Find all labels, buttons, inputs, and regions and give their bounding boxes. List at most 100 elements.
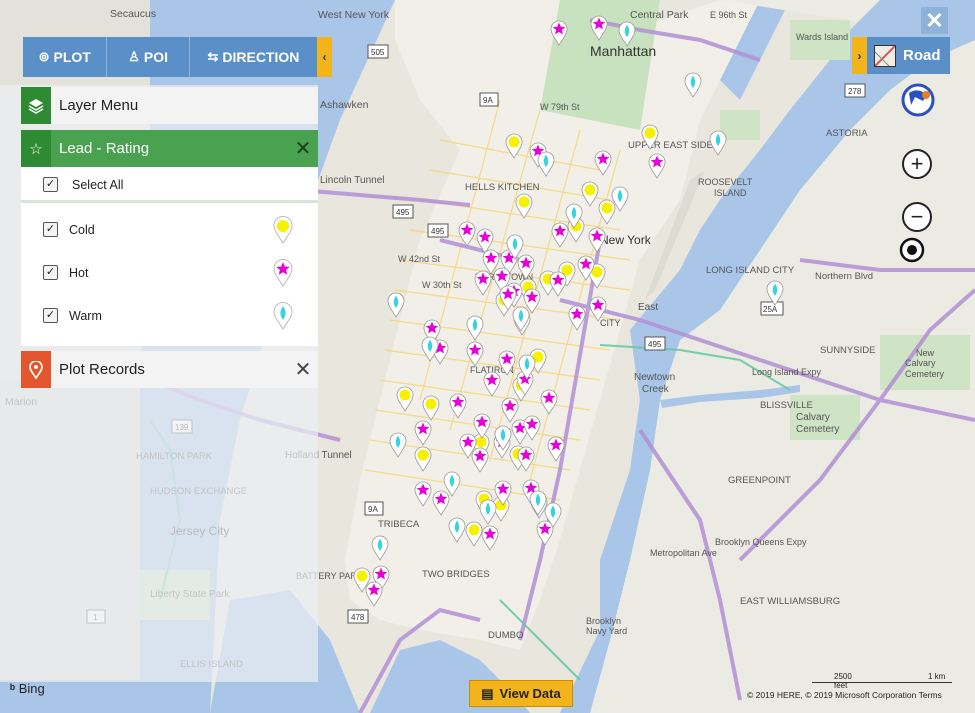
locate-me-icon[interactable]: [899, 237, 925, 263]
zoom-out-button[interactable]: −: [902, 202, 932, 232]
map-label: LONG ISLAND CITY: [706, 265, 795, 276]
table-icon: ▤: [481, 685, 494, 701]
map-label: Metropolitan Ave: [650, 548, 717, 558]
map-label: W 79th St: [540, 102, 580, 112]
map-label: Cemetery: [796, 424, 839, 435]
globe-icon[interactable]: [901, 83, 935, 117]
warm-pin-icon: [273, 302, 293, 330]
map-view[interactable]: Secaucus West New York Manhattan Central…: [0, 0, 975, 713]
cold-pin-icon: [273, 216, 293, 244]
map-label: Cemetery: [905, 369, 945, 379]
map-label: New York: [600, 233, 652, 247]
layer-menu-header[interactable]: Layer Menu: [21, 87, 318, 124]
pin-icon: ⊚: [38, 49, 50, 64]
map-label: Navy Yard: [586, 626, 627, 636]
map-label: SUNNYSIDE: [820, 345, 875, 356]
highway-shield: 278: [848, 87, 862, 96]
plot-label: PLOT: [53, 49, 91, 65]
chevron-left-icon[interactable]: ‹: [317, 37, 332, 77]
map-label: West New York: [318, 9, 390, 21]
map-label: GREENPOINT: [728, 475, 791, 486]
map-label: BLISSVILLE: [760, 400, 813, 411]
plus-icon: +: [910, 151, 924, 176]
map-label: TRIBECA: [378, 519, 420, 530]
close-icon[interactable]: ✕: [288, 357, 318, 382]
layers-icon: [21, 87, 51, 124]
highway-shield: 495: [648, 340, 662, 349]
map-label: Brooklyn Queens Expy: [715, 537, 807, 547]
close-map-button[interactable]: ✕: [921, 7, 948, 34]
layer-menu-title: Layer Menu: [59, 97, 139, 114]
star-outline-icon: ☆: [21, 130, 51, 167]
person-pin-icon: ♙: [128, 49, 140, 64]
direction-button[interactable]: ⇆ DIRECTION: [190, 37, 317, 77]
highway-shield: 478: [351, 613, 365, 622]
map-label: Brooklyn: [586, 616, 621, 626]
route-icon: ⇆: [207, 49, 219, 64]
road-label: Road: [903, 47, 941, 64]
map-label: Calvary: [796, 412, 830, 423]
scale-feet: 2500 feet: [834, 672, 852, 690]
highway-shield: 25A: [763, 305, 778, 314]
bing-logo[interactable]: ᵇ Bing: [10, 681, 45, 696]
map-label: W 30th St: [422, 280, 462, 290]
direction-label: DIRECTION: [222, 49, 300, 65]
bing-label: Bing: [18, 681, 45, 696]
plot-records-header[interactable]: Plot Records ✕: [21, 351, 318, 388]
lead-rating-legend: ✓ Select All ✓ Cold ✓ Hot ✓ Warm: [21, 167, 318, 346]
road-map-icon: [874, 44, 896, 67]
plot-records-title: Plot Records: [59, 361, 145, 378]
divider: [21, 200, 318, 203]
map-label: ROOSEVELT: [698, 177, 753, 187]
map-label: ISLAND: [714, 188, 747, 198]
chevron-right-icon[interactable]: ›: [852, 37, 867, 74]
view-data-button[interactable]: ▤ View Data: [469, 680, 573, 707]
map-label: Secaucus: [110, 8, 156, 20]
map-style-button[interactable]: Road: [867, 37, 950, 74]
select-all-checkbox[interactable]: ✓: [43, 177, 58, 192]
map-label: Central Park: [630, 9, 689, 21]
cold-checkbox[interactable]: ✓: [43, 222, 58, 237]
select-all-label: Select All: [72, 178, 124, 192]
highway-shield: 9A: [368, 505, 378, 514]
map-label: E 96th St: [710, 10, 748, 20]
map-label: Long Island Expy: [752, 367, 822, 377]
lead-rating-title: Lead - Rating: [59, 140, 150, 157]
map-label: W 42nd St: [398, 254, 441, 264]
location-pin-icon: [21, 351, 51, 388]
highway-shield: 495: [431, 227, 445, 236]
warm-checkbox[interactable]: ✓: [43, 308, 58, 323]
highway-shield: 495: [396, 208, 410, 217]
copyright-text[interactable]: © 2019 HERE, © 2019 Microsoft Corporatio…: [747, 690, 942, 700]
map-label: Newtown: [634, 372, 675, 383]
map-label: Lincoln Tunnel: [320, 175, 385, 186]
zoom-in-button[interactable]: +: [902, 149, 932, 179]
map-label: Northern Blvd: [815, 271, 873, 282]
view-data-label: View Data: [499, 686, 561, 701]
hot-label: Hot: [69, 266, 89, 280]
cold-label: Cold: [69, 223, 95, 237]
map-label: CITY: [600, 318, 621, 328]
close-icon[interactable]: ✕: [288, 136, 318, 161]
map-label: Calvary: [905, 358, 936, 368]
warm-label: Warm: [69, 309, 102, 323]
poi-button[interactable]: ♙ POI: [107, 37, 190, 77]
highway-shield: 505: [371, 48, 385, 57]
map-label: New: [916, 348, 935, 358]
hot-pin-icon: [273, 259, 293, 287]
poi-label: POI: [143, 49, 169, 65]
map-label: Manhattan: [590, 43, 656, 59]
map-label: EAST WILLIAMSBURG: [740, 596, 840, 607]
lead-rating-header[interactable]: ☆ Lead - Rating ✕: [21, 130, 318, 167]
map-label: ASTORIA: [826, 128, 868, 139]
map-label: Ashawken: [320, 99, 369, 111]
minus-icon: −: [910, 204, 924, 229]
hot-checkbox[interactable]: ✓: [43, 265, 58, 280]
plot-button[interactable]: ⊚ PLOT: [23, 37, 108, 77]
map-label: Wards Island: [796, 32, 848, 42]
highway-shield: 9A: [483, 96, 493, 105]
bing-icon: ᵇ: [10, 681, 16, 696]
map-label: TWO BRIDGES: [422, 569, 490, 580]
plot-toolbar: ⊚ PLOT ♙ POI ⇆ DIRECTION: [23, 37, 317, 77]
map-label: East: [638, 302, 658, 313]
